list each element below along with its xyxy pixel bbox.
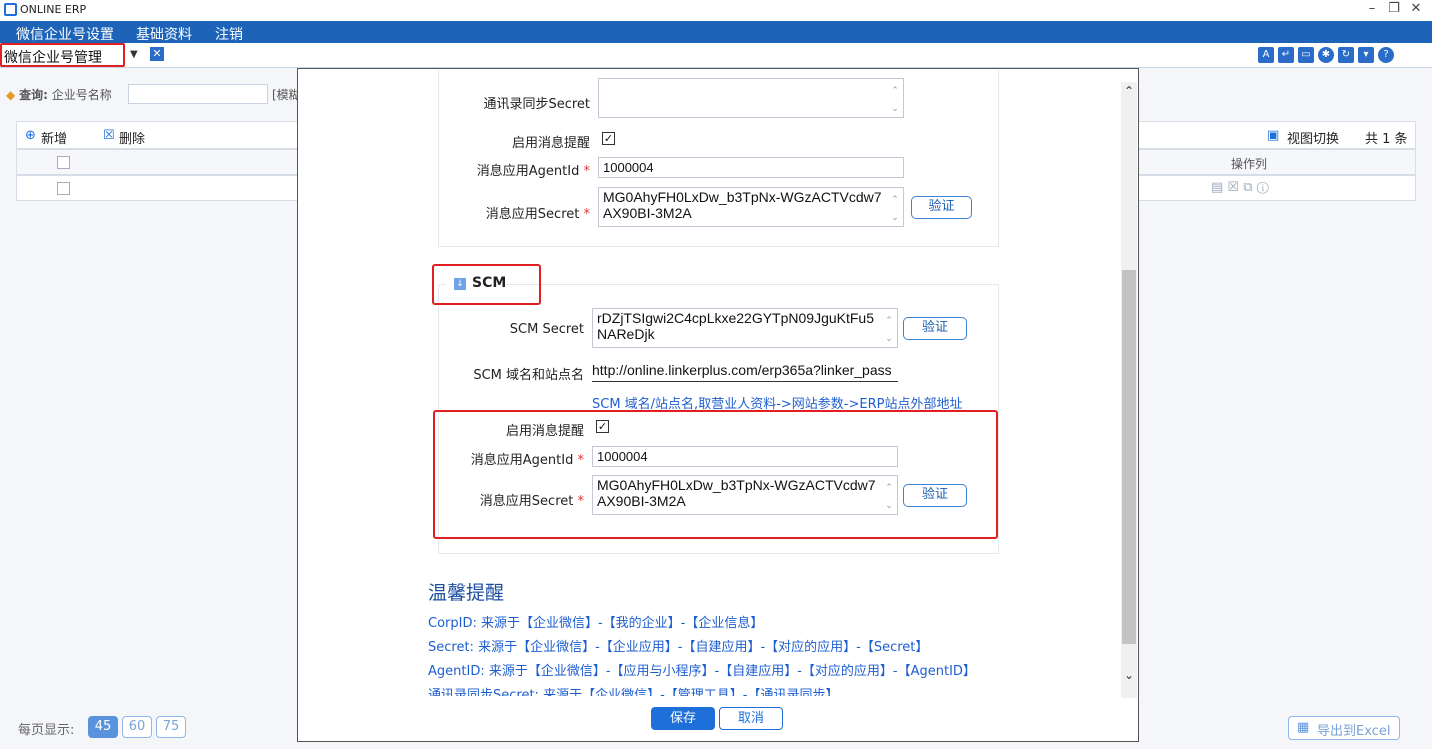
excel-icon: ▦ [1297,720,1310,735]
agentid-input-1[interactable]: 1000004 [598,157,904,178]
tips-title: 温馨提醒 [428,582,505,604]
settings-icon[interactable]: ✱ [1318,47,1334,63]
window-icon[interactable]: ▭ [1298,47,1314,63]
collapse-icon[interactable]: ↓ [454,278,466,290]
msg-secret-input-1[interactable]: MG0AhyFH0LxDw_b3TpNx-WGzACTVcdw7AX90BI-3… [598,187,904,227]
verify-button-1[interactable]: 验证 [911,196,972,219]
textarea-scroll-down-icon[interactable]: ⌄ [888,208,902,226]
save-button[interactable]: 保存 [651,707,715,730]
agentid-input-2[interactable]: 1000004 [592,446,898,467]
minimize-icon[interactable]: – [1362,1,1382,16]
tips-line-secret: Secret: 来源于【企业微信】-【企业应用】-【自建应用】-【对应的应用】-… [428,640,929,655]
add-button[interactable]: 新增 [41,128,67,147]
scroll-down-icon[interactable]: ⌄ [1121,668,1137,682]
tips-line-agentid: AgentID: 来源于【企业微信】-【应用与小程序】-【自建应用】-【对应的应… [428,664,976,679]
app-logo-icon [4,3,17,16]
query-diamond-icon: ◆ [6,88,16,102]
agentid-label-2: 消息应用AgentId * [470,453,584,468]
menu-basic-data[interactable]: 基础资料 [136,24,192,44]
window-title: ONLINE ERP [20,3,87,16]
select-all-checkbox[interactable] [57,156,70,169]
page-size-45[interactable]: 45 [88,716,118,738]
enable-msg-checkbox-1[interactable]: ✓ [602,132,615,145]
return-icon[interactable]: ↵ [1278,47,1294,63]
textarea-scroll-up-icon[interactable]: ⌃ [888,81,902,99]
enable-msg-label-1: 启用消息提醒 [511,136,590,151]
tab-wechat-manage[interactable]: 微信企业号管理 [0,43,125,67]
cancel-button[interactable]: 取消 [719,707,783,730]
font-icon[interactable]: A [1258,47,1274,63]
enable-msg-checkbox-2[interactable]: ✓ [596,420,609,433]
contacts-secret-input[interactable]: ⌃ ⌄ [598,78,904,118]
textarea-scroll-up-icon[interactable]: ⌃ [882,478,896,496]
page-size-60[interactable]: 60 [122,716,152,738]
row-checkbox[interactable] [57,182,70,195]
refresh-icon[interactable]: ↻ [1338,47,1354,63]
textarea-scroll-up-icon[interactable]: ⌃ [888,190,902,208]
textarea-scroll-down-icon[interactable]: ⌄ [882,329,896,347]
menu-logout[interactable]: 注销 [215,24,243,44]
textarea-scroll-down-icon[interactable]: ⌄ [882,496,896,514]
tab-dropdown-icon[interactable]: ▼ [130,49,138,60]
scm-domain-label: SCM 域名和站点名 [473,368,584,383]
page-size-75[interactable]: 75 [156,716,186,738]
view-switch-button[interactable]: 视图切换 [1287,128,1339,147]
scm-legend: ↓ SCM [446,274,506,294]
textarea-scroll-up-icon[interactable]: ⌃ [882,311,896,329]
verify-button-2[interactable]: 验证 [903,484,967,507]
tab-bar: 微信企业号管理 ▼ ✕ A ↵ ▭ ✱ ↻ ▾ ? [0,43,1432,68]
textarea-scroll-down-icon[interactable]: ⌄ [888,99,902,117]
scroll-up-icon[interactable]: ⌃ [1121,84,1137,98]
scm-domain-input[interactable]: http://online.linkerplus.com/erp365a?lin… [592,362,898,382]
msg-secret-label-1: 消息应用Secret * [485,207,590,222]
help-icon[interactable]: ? [1378,47,1394,63]
agentid-label-1: 消息应用AgentId * [476,164,590,179]
enable-msg-label-2: 启用消息提醒 [505,424,584,439]
row-action-icons[interactable]: ▤ ☒ ⧉ ⓘ [1211,180,1269,195]
query-input[interactable] [128,84,268,104]
contacts-secret-label: 通讯录同步Secret [483,97,590,112]
msg-secret-label-2: 消息应用Secret * [479,494,584,509]
scm-secret-input[interactable]: rDZjTSIgwi2C4cpLkxe22GYTpN09JguKtFu5NARe… [592,308,898,348]
tips-line-contacts-clip: 通讯录同步Secret: 来源于【企业微信】-【管理工具】-【通讯录同步】 [428,684,1118,696]
tips-line-contacts: 通讯录同步Secret: 来源于【企业微信】-【管理工具】-【通讯录同步】 [428,688,839,696]
export-excel-label: 导出到Excel [1317,724,1391,739]
add-icon[interactable]: ⊕ [25,128,36,143]
ops-column-header: 操作列 [1231,157,1268,171]
menu-bar: 微信企业号设置 基础资料 注销 [0,21,1432,43]
record-count: 共 1 条 [1365,132,1408,147]
menu-wechat-settings[interactable]: 微信企业号设置 [16,24,114,44]
dialog-scrollbar-thumb[interactable] [1122,270,1136,644]
close-icon[interactable]: ✕ [1406,1,1426,16]
delete-icon[interactable]: ☒ [103,128,115,143]
delete-button[interactable]: 删除 [119,128,145,147]
per-page-label: 每页显示: [18,723,75,738]
scm-secret-label: SCM Secret [509,322,584,337]
msg-secret-input-2[interactable]: MG0AhyFH0LxDw_b3TpNx-WGzACTVcdw7AX90BI-3… [592,475,898,515]
scm-legend-label: SCM [472,275,507,291]
view-switch-icon[interactable]: ▣ [1267,128,1279,143]
export-excel-button[interactable]: ▦ 导出到Excel [1288,716,1400,740]
tips-line-corpid: CorpID: 来源于【企业微信】-【我的企业】-【企业信息】 [428,616,764,631]
query-label: ◆ 查询: 企业号名称 [6,88,112,102]
maximize-icon[interactable]: ❐ [1384,1,1404,16]
tab-close-icon[interactable]: ✕ [150,47,164,61]
window-titlebar: ONLINE ERP – ❐ ✕ [0,0,1432,21]
verify-scm-button[interactable]: 验证 [903,317,967,340]
save-icon[interactable]: ▾ [1358,47,1374,63]
